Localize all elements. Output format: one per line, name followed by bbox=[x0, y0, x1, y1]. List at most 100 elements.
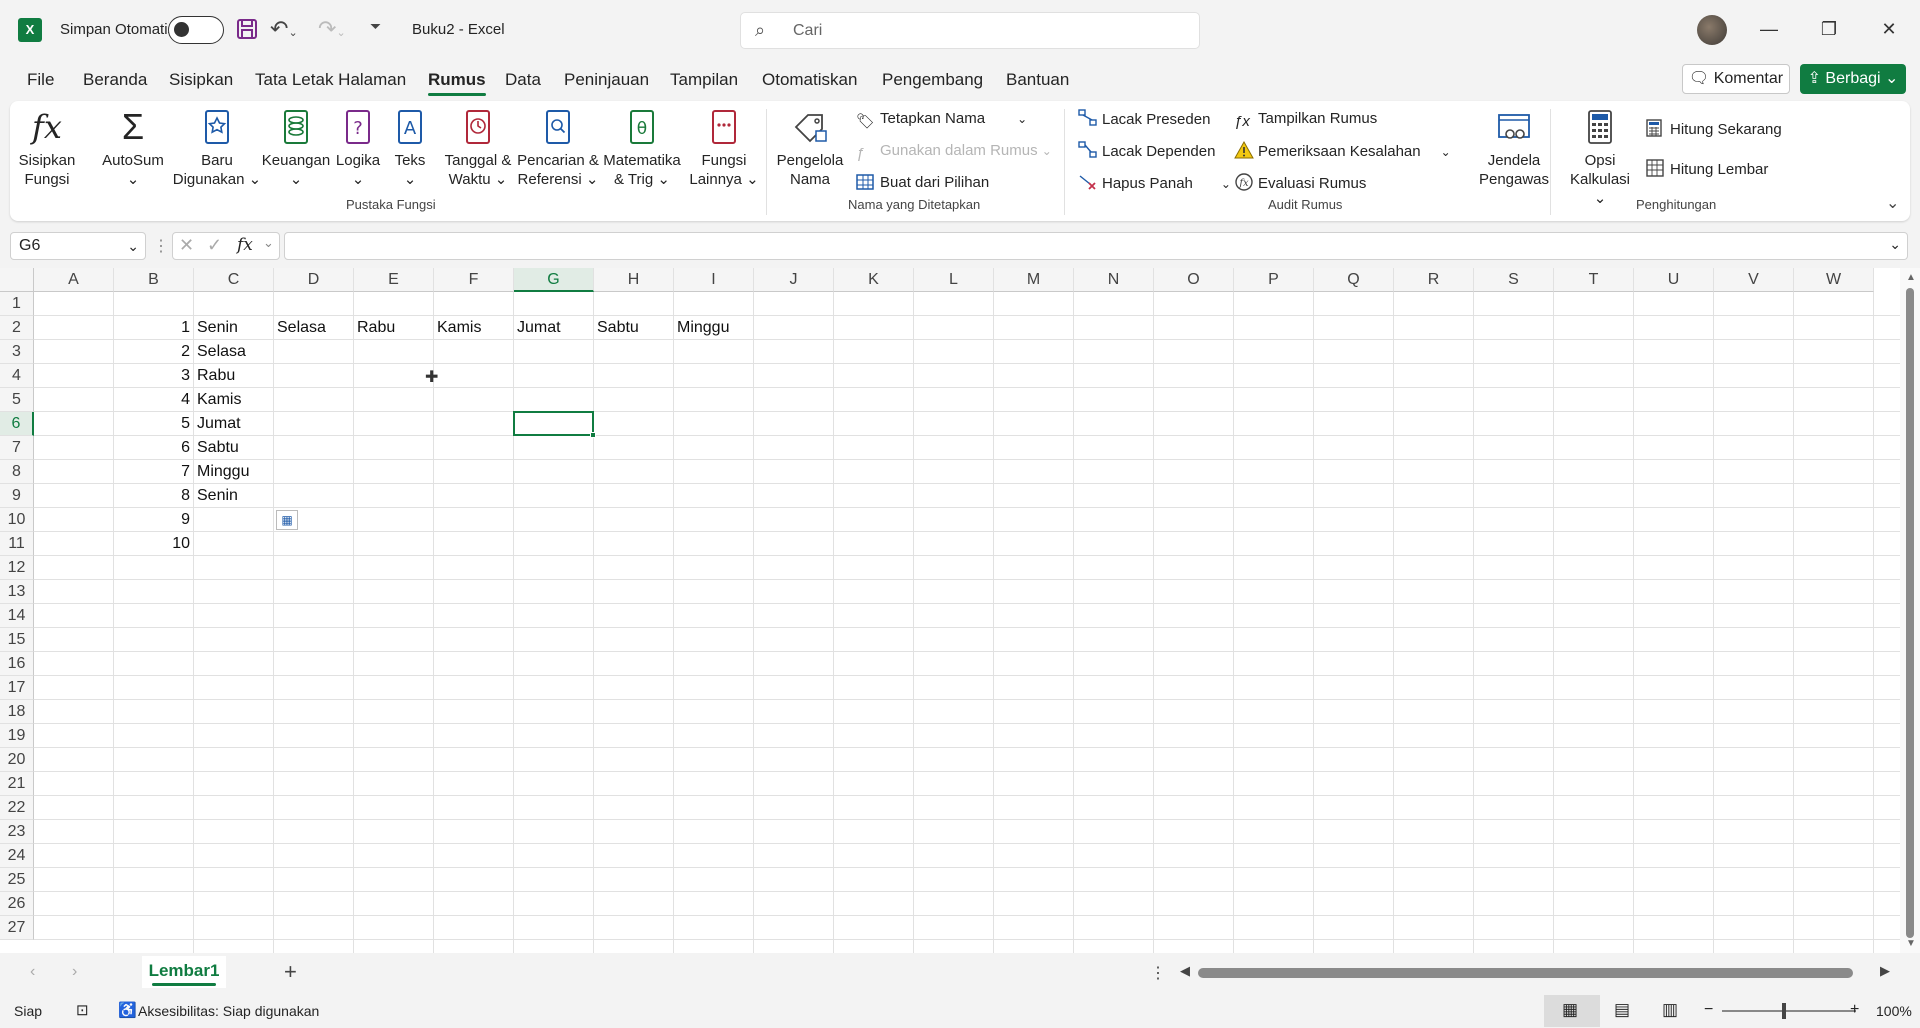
cell-b6[interactable]: 5 bbox=[114, 412, 194, 436]
cell-e2[interactable]: Rabu bbox=[354, 316, 434, 340]
more-functions-button[interactable]: Fungsi Lainnya ⌄ bbox=[688, 107, 760, 189]
cell-i2[interactable]: Minggu bbox=[674, 316, 754, 340]
select-all-corner[interactable] bbox=[0, 268, 34, 292]
cell-b2[interactable]: 1 bbox=[114, 316, 194, 340]
cell-b8[interactable]: 7 bbox=[114, 460, 194, 484]
autosum-button[interactable]: Σ AutoSum ⌄ bbox=[98, 107, 168, 189]
column-header[interactable]: T bbox=[1554, 268, 1634, 292]
column-header[interactable]: S bbox=[1474, 268, 1554, 292]
row-header[interactable]: 5 bbox=[0, 388, 34, 412]
tab-otomatiskan[interactable]: Otomatiskan bbox=[762, 70, 857, 90]
zoom-slider-thumb[interactable] bbox=[1782, 1003, 1786, 1019]
calculate-sheet-button[interactable]: Hitung Lembar bbox=[1646, 159, 1768, 180]
auto-fill-options-icon[interactable]: ▦ bbox=[276, 510, 298, 530]
lookup-button[interactable]: Pencarian & Referensi ⌄ bbox=[516, 107, 600, 189]
show-formulas-button[interactable]: ƒx Tampilkan Rumus bbox=[1234, 109, 1377, 130]
page-break-view-icon[interactable]: ▥ bbox=[1662, 1000, 1678, 1020]
cell-c6[interactable]: Jumat bbox=[194, 412, 274, 436]
macro-record-icon[interactable]: ⊡ bbox=[76, 1001, 89, 1019]
calculation-options-button[interactable]: Opsi Kalkulasi ⌄ bbox=[1562, 107, 1638, 208]
tab-sisipkan[interactable]: Sisipkan bbox=[169, 70, 233, 90]
row-header[interactable]: 10 bbox=[0, 508, 34, 532]
fill-handle[interactable] bbox=[590, 432, 596, 438]
column-header[interactable]: M bbox=[994, 268, 1074, 292]
column-header[interactable]: N bbox=[1074, 268, 1154, 292]
row-header[interactable]: 8 bbox=[0, 460, 34, 484]
prev-sheet-icon[interactable]: ‹ bbox=[30, 963, 35, 981]
row-header[interactable]: 14 bbox=[0, 604, 34, 628]
column-header[interactable]: K bbox=[834, 268, 914, 292]
column-header[interactable]: W bbox=[1794, 268, 1874, 292]
save-icon[interactable] bbox=[236, 18, 258, 40]
zoom-out-icon[interactable]: − bbox=[1704, 1001, 1713, 1019]
recently-used-button[interactable]: Baru Digunakan ⌄ bbox=[170, 107, 264, 189]
scroll-left-icon[interactable]: ◀ bbox=[1180, 963, 1190, 979]
watch-window-button[interactable]: Jendela Pengawas bbox=[1468, 107, 1560, 189]
expand-formula-bar-icon[interactable]: ⌄ bbox=[1889, 236, 1901, 253]
row-header[interactable]: 21 bbox=[0, 772, 34, 796]
row-header[interactable]: 26 bbox=[0, 892, 34, 916]
spreadsheet-grid[interactable]: A B C D E F G H I J K L M N O P Q R S T U V W 1 2 3 4 5 6 7 8 9 10 11 12 13… bbox=[0, 268, 1920, 953]
autosave-toggle[interactable] bbox=[168, 16, 224, 44]
row-header[interactable]: 12 bbox=[0, 556, 34, 580]
cell-b10[interactable]: 9 bbox=[114, 508, 194, 532]
use-in-formula-button[interactable]: ƒ Gunakan dalam Rumus ⌄ bbox=[856, 141, 1052, 162]
column-header[interactable]: L bbox=[914, 268, 994, 292]
datetime-button[interactable]: Tanggal & Waktu ⌄ bbox=[440, 107, 516, 189]
add-sheet-icon[interactable]: + bbox=[284, 959, 297, 985]
calculate-now-button[interactable]: Hitung Sekarang bbox=[1646, 119, 1782, 140]
column-header[interactable]: H bbox=[594, 268, 674, 292]
tab-data[interactable]: Data bbox=[505, 70, 541, 90]
tab-beranda[interactable]: Beranda bbox=[83, 70, 147, 90]
cell-f2[interactable]: Kamis bbox=[434, 316, 514, 340]
cell-g2[interactable]: Jumat bbox=[514, 316, 594, 340]
undo-icon[interactable]: ↶⌄ bbox=[270, 16, 304, 41]
scroll-up-icon[interactable]: ▲ bbox=[1906, 272, 1916, 283]
row-header[interactable]: 22 bbox=[0, 796, 34, 820]
cell-c4[interactable]: Rabu bbox=[194, 364, 274, 388]
accessibility-icon[interactable]: ♿ bbox=[118, 1001, 137, 1019]
math-trig-button[interactable]: θ Matematika & Trig ⌄ bbox=[600, 107, 684, 189]
column-header[interactable]: U bbox=[1634, 268, 1714, 292]
logical-button[interactable]: ? Logika ⌄ bbox=[332, 107, 384, 189]
cell-b7[interactable]: 6 bbox=[114, 436, 194, 460]
column-header[interactable]: C bbox=[194, 268, 274, 292]
avatar[interactable] bbox=[1697, 15, 1727, 45]
cell-b11[interactable]: 10 bbox=[114, 532, 194, 556]
column-header[interactable]: D bbox=[274, 268, 354, 292]
remove-arrows-button[interactable]: Hapus Panah ⌄ bbox=[1078, 173, 1231, 194]
cell-h2[interactable]: Sabtu bbox=[594, 316, 674, 340]
row-header[interactable]: 16 bbox=[0, 652, 34, 676]
column-header[interactable]: Q bbox=[1314, 268, 1394, 292]
define-name-button[interactable]: 🏷 Tetapkan Nama ⌄ bbox=[856, 109, 1027, 130]
text-button[interactable]: A Teks ⌄ bbox=[388, 107, 432, 189]
cell-b5[interactable]: 4 bbox=[114, 388, 194, 412]
cell-b9[interactable]: 8 bbox=[114, 484, 194, 508]
row-header[interactable]: 11 bbox=[0, 532, 34, 556]
cancel-icon[interactable]: ✕ bbox=[179, 235, 194, 256]
row-header[interactable]: 4 bbox=[0, 364, 34, 388]
column-header[interactable]: E bbox=[354, 268, 434, 292]
column-header[interactable]: I bbox=[674, 268, 754, 292]
insert-function-button[interactable]: fx Sisipkan Fungsi bbox=[18, 107, 76, 189]
row-header[interactable]: 1 bbox=[0, 292, 34, 316]
column-header[interactable]: P bbox=[1234, 268, 1314, 292]
enter-check-icon[interactable]: ✓ bbox=[207, 235, 222, 256]
tab-tata-letak[interactable]: Tata Letak Halaman bbox=[255, 70, 406, 90]
row-header[interactable]: 25 bbox=[0, 868, 34, 892]
column-header[interactable]: V bbox=[1714, 268, 1794, 292]
column-header[interactable]: J bbox=[754, 268, 834, 292]
row-header[interactable]: 23 bbox=[0, 820, 34, 844]
collapse-ribbon-icon[interactable]: ⌄ bbox=[1886, 193, 1899, 213]
tab-rumus[interactable]: Rumus bbox=[428, 70, 486, 96]
row-header[interactable]: 2 bbox=[0, 316, 34, 340]
evaluate-formula-button[interactable]: fx Evaluasi Rumus bbox=[1234, 173, 1366, 194]
row-header[interactable]: 17 bbox=[0, 676, 34, 700]
row-header[interactable]: 18 bbox=[0, 700, 34, 724]
zoom-in-icon[interactable]: + bbox=[1850, 1001, 1859, 1019]
column-header[interactable]: F bbox=[434, 268, 514, 292]
normal-view-button[interactable]: ▦ bbox=[1544, 995, 1600, 1027]
column-header[interactable]: A bbox=[34, 268, 114, 292]
column-header[interactable]: B bbox=[114, 268, 194, 292]
horizontal-scroll-thumb[interactable] bbox=[1198, 968, 1853, 978]
